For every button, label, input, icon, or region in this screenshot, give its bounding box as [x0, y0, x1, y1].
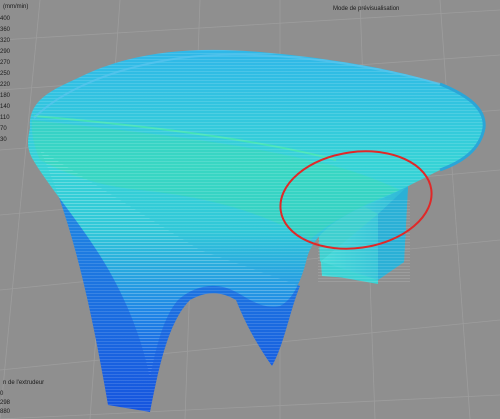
speed-legend-value: 270: [0, 60, 11, 66]
printed-model: [28, 49, 486, 412]
speed-legend-value: 360: [0, 27, 11, 33]
speed-legend-value: 110: [0, 115, 10, 121]
preview-mode-label: Mode de prévisualisation: [333, 6, 400, 12]
speed-legend-value: 320: [0, 38, 11, 44]
extruder-legend-value: 298: [0, 400, 11, 406]
speed-legend-value: 290: [0, 49, 11, 55]
speed-legend-title: (mm/min): [3, 4, 29, 10]
3d-preview-canvas[interactable]: [0, 0, 500, 419]
speed-legend-value: 400: [0, 16, 11, 22]
speed-legend-value: 70: [0, 126, 7, 132]
speed-legend-value: 220: [0, 82, 11, 88]
extruder-legend-title: n de l'extrudeur: [3, 380, 45, 386]
extruder-legend-value: 0: [0, 391, 4, 397]
speed-legend-value: 250: [0, 71, 11, 77]
speed-legend-value: 30: [0, 137, 7, 143]
preview-viewport[interactable]: Mode de prévisualisation (mm/min) 400 36…: [0, 0, 500, 419]
speed-legend-value: 140: [0, 104, 11, 110]
extruder-legend-value: 880: [0, 409, 11, 415]
speed-legend-value: 180: [0, 93, 11, 99]
